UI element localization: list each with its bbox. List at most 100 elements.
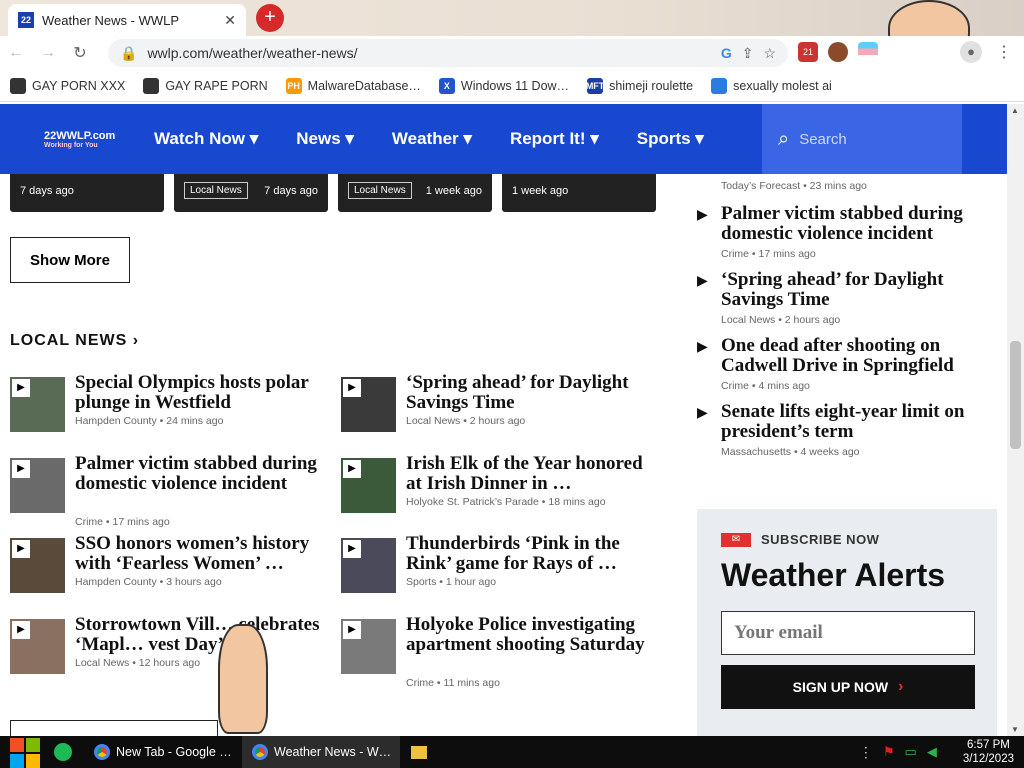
news-thumbnail[interactable]: ▶	[341, 377, 396, 432]
news-thumbnail[interactable]: ▶	[341, 538, 396, 593]
sidebar-headline[interactable]: ‘Spring ahead’ for Daylight Savings Time	[721, 270, 991, 310]
clock-time: 6:57 PM	[967, 739, 1010, 751]
bookmark-item[interactable]: GAY PORN XXX	[10, 77, 126, 94]
nav-item[interactable]: Sports ▾	[637, 129, 704, 149]
bookmark-label: shimeji roulette	[609, 78, 694, 93]
url-text: wwlp.com/weather/weather-news/	[147, 45, 358, 61]
scroll-down-icon[interactable]: ▼	[1011, 725, 1019, 734]
scroll-up-icon[interactable]: ▲	[1011, 106, 1019, 115]
news-headline[interactable]: Irish Elk of the Year honored at Irish D…	[406, 454, 658, 494]
nav-item[interactable]: Weather ▾	[392, 129, 472, 149]
news-thumbnail[interactable]: ▶	[341, 458, 396, 513]
news-headline[interactable]: Thunderbirds ‘Pink in the Rink’ game for…	[406, 534, 658, 574]
volume-icon[interactable]: ◀	[927, 744, 937, 760]
extension-face-icon[interactable]	[828, 42, 848, 62]
news-headline[interactable]: SSO honors women’s history with ‘Fearles…	[75, 534, 327, 574]
extension-badge-icon[interactable]: 21	[798, 42, 818, 62]
address-bar[interactable]: 🔒 wwlp.com/weather/weather-news/ G ⇪ ☆	[108, 39, 788, 67]
taskbar-chrome-newtab[interactable]: New Tab - Google …	[84, 736, 242, 768]
file-explorer-icon[interactable]	[406, 739, 432, 765]
bookmark-star-icon[interactable]: ☆	[763, 45, 776, 62]
globe-icon	[143, 77, 160, 94]
site-logo[interactable]: 22WWLP.com Working for You	[0, 130, 120, 149]
bookmark-item[interactable]: GAY RAPE PORN	[143, 77, 268, 94]
video-card[interactable]: Local News 7 days ago	[174, 174, 328, 212]
browser-tab-active[interactable]: 22 Weather News - WWLP ✕	[8, 4, 246, 36]
sidebar-headline[interactable]: One dead after shooting on Cadwell Drive…	[721, 336, 991, 376]
browser-menu-icon[interactable]: ⋮	[996, 42, 1012, 62]
video-card[interactable]: 1 week ago	[502, 174, 656, 212]
sidebar-headline[interactable]: Palmer victim stabbed during domestic vi…	[721, 204, 991, 244]
tray-overflow-icon[interactable]: ⋮	[859, 744, 873, 761]
email-input[interactable]	[721, 611, 975, 655]
card-tag: Local News	[184, 182, 248, 199]
bookmark-label: MalwareDatabase…	[307, 78, 421, 93]
news-headline[interactable]: Palmer victim stabbed during domestic vi…	[75, 454, 327, 494]
sign-up-button[interactable]: SIGN UP NOW ›	[721, 665, 975, 709]
play-icon: ▶	[12, 540, 30, 558]
nav-item[interactable]: Report It! ▾	[510, 129, 599, 149]
bookmark-item[interactable]: sexually molest ai	[711, 77, 832, 94]
news-headline[interactable]: Storrowtown Vill… celebrates ‘Mapl… vest…	[75, 615, 327, 655]
nav-item[interactable]: News ▾	[296, 129, 354, 149]
sidebar-headline[interactable]: Senate lifts eight-year limit on preside…	[721, 402, 991, 442]
bookmark-item[interactable]: X Windows 11 Dow…	[438, 77, 569, 94]
bookmark-item[interactable]: PH MalwareDatabase…	[285, 77, 421, 94]
play-triangle-icon: ▶	[697, 206, 708, 222]
sidebar-meta: Crime • 4 mins ago	[721, 380, 810, 392]
card-time: 1 week ago	[425, 185, 482, 197]
news-headline[interactable]: Holyoke Police investigating apartment s…	[406, 615, 658, 655]
bookmark-favicon-icon: X	[438, 77, 455, 94]
sidebar-meta: Crime • 17 mins ago	[721, 248, 816, 260]
tab-close-icon[interactable]: ✕	[224, 12, 236, 29]
news-headline[interactable]: ‘Spring ahead’ for Daylight Savings Time	[406, 373, 658, 413]
back-arrow-icon[interactable]: ←	[0, 44, 32, 62]
extension-flag-icon[interactable]	[858, 42, 878, 62]
windows-start-icon[interactable]	[0, 736, 44, 768]
video-card[interactable]: 7 days ago	[10, 174, 164, 212]
reload-icon[interactable]: ↻	[64, 43, 96, 63]
bookmark-favicon-icon: MFT	[586, 77, 604, 94]
tab-title: Weather News - WWLP	[42, 12, 180, 28]
play-icon: ▶	[343, 540, 361, 558]
page-scrollbar[interactable]: ▲ ▼	[1007, 104, 1024, 736]
mascot-figure-icon	[218, 624, 268, 734]
system-tray: ⋮ ⚑ ▭ ◀ 6:57 PM 3/12/2023	[859, 736, 1014, 768]
news-meta: Hampden County • 3 hours ago	[75, 576, 222, 588]
flag-icon[interactable]: ⚑	[883, 744, 895, 760]
forward-arrow-icon[interactable]: →	[32, 44, 64, 62]
new-tab-button[interactable]: +	[256, 4, 284, 32]
clock[interactable]: 6:57 PM 3/12/2023	[963, 738, 1014, 766]
news-meta: Holyoke St. Patrick’s Parade • 18 mins a…	[406, 496, 606, 508]
nav-item[interactable]: Watch Now ▾	[154, 129, 258, 149]
news-thumbnail[interactable]: ▶	[10, 619, 65, 674]
spotify-icon[interactable]	[50, 739, 76, 765]
taskbar-chrome-weather[interactable]: Weather News - W…	[242, 736, 400, 768]
bookmark-label: GAY PORN XXX	[32, 78, 126, 93]
sidebar-meta: Massachusetts • 4 weeks ago	[721, 446, 860, 458]
news-thumbnail[interactable]: ▶	[341, 619, 396, 674]
show-more-button[interactable]: Show More	[10, 237, 130, 283]
local-news-heading[interactable]: LOCAL NEWS ›	[10, 332, 139, 350]
play-triangle-icon: ▶	[697, 272, 708, 288]
bookmark-item[interactable]: MFT shimeji roulette	[586, 77, 694, 94]
site-header: 22WWLP.com Working for You Watch Now ▾ Ne…	[0, 104, 1007, 174]
video-cards-row: 7 days ago Local News 7 days ago Local News…	[10, 174, 656, 212]
weather-alerts-title: Weather Alerts	[721, 557, 946, 593]
profile-avatar-icon[interactable]: ●	[960, 41, 982, 63]
forecast-meta: Today’s Forecast • 23 mins ago	[721, 180, 867, 192]
site-search[interactable]: ⌕ Search	[762, 104, 962, 174]
logo-text: 22WWLP.com	[44, 129, 116, 142]
chrome-icon	[94, 744, 110, 760]
news-meta: Local News • 2 hours ago	[406, 415, 526, 427]
news-headline[interactable]: Special Olympics hosts polar plunge in W…	[75, 373, 327, 413]
scrollbar-thumb[interactable]	[1010, 341, 1021, 449]
share-icon[interactable]: ⇪	[742, 45, 754, 62]
video-card[interactable]: Local News 1 week ago	[338, 174, 492, 212]
news-thumbnail[interactable]: ▶	[10, 538, 65, 593]
news-meta: Sports • 1 hour ago	[406, 576, 497, 588]
news-thumbnail[interactable]: ▶	[10, 377, 65, 432]
network-icon[interactable]: ▭	[905, 744, 917, 760]
google-lens-icon[interactable]: G	[721, 45, 732, 61]
news-thumbnail[interactable]: ▶	[10, 458, 65, 513]
